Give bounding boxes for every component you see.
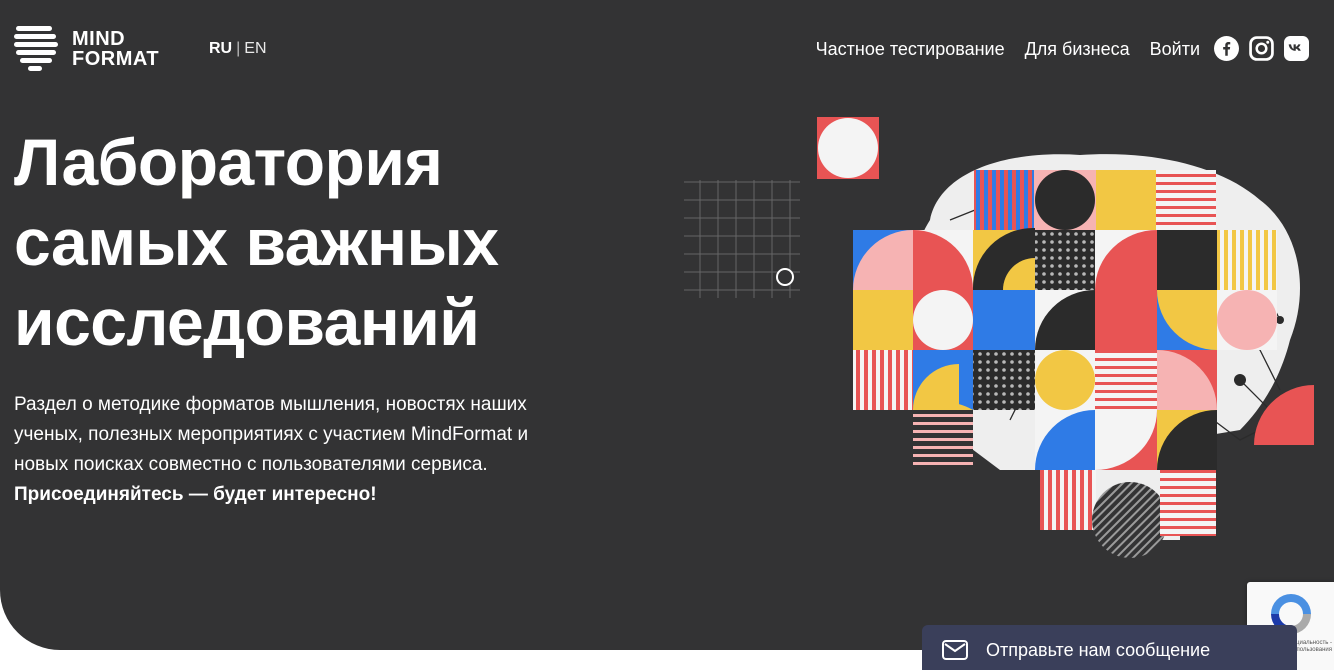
- brain-logo-icon: [14, 26, 58, 71]
- language-switcher: RU | EN: [209, 40, 267, 58]
- brain-illustration: [684, 117, 1314, 558]
- logo-text: MIND FORMAT: [72, 29, 159, 69]
- nav-business[interactable]: Для бизнеса: [1025, 39, 1130, 60]
- description-text: Раздел о методике форматов мышления, нов…: [14, 394, 529, 475]
- page-title: Лаборатория самых важных исследований: [14, 122, 634, 362]
- lang-separator: |: [236, 40, 241, 57]
- title-line-1: Лаборатория: [14, 125, 443, 199]
- title-line-3: исследований: [14, 285, 480, 359]
- chat-label: Отправьте нам сообщение: [986, 639, 1211, 660]
- mail-icon: [942, 640, 968, 660]
- facebook-icon[interactable]: [1214, 36, 1239, 61]
- logo-line-1: MIND: [72, 28, 126, 50]
- instagram-icon[interactable]: [1249, 36, 1274, 61]
- nav-private-testing[interactable]: Частное тестирование: [816, 39, 1005, 60]
- social-links: [1214, 36, 1309, 61]
- logo-line-2: FORMAT: [72, 48, 160, 70]
- chat-widget-button[interactable]: Отправьте нам сообщение: [922, 625, 1297, 670]
- main-nav: Частное тестирование Для бизнеса Войти: [816, 39, 1200, 60]
- nav-login[interactable]: Войти: [1150, 39, 1200, 60]
- lang-en[interactable]: EN: [244, 40, 266, 58]
- logo[interactable]: MIND FORMAT: [14, 22, 159, 76]
- description-bold: Присоединяйтесь — будет интересно!: [14, 484, 377, 505]
- lang-ru[interactable]: RU: [209, 40, 232, 58]
- hero-description: Раздел о методике форматов мышления, нов…: [14, 390, 534, 510]
- hero-section: MIND FORMAT RU | EN Частное тестирование…: [0, 0, 1334, 650]
- vk-icon[interactable]: [1284, 36, 1309, 61]
- title-line-2: самых важных: [14, 205, 499, 279]
